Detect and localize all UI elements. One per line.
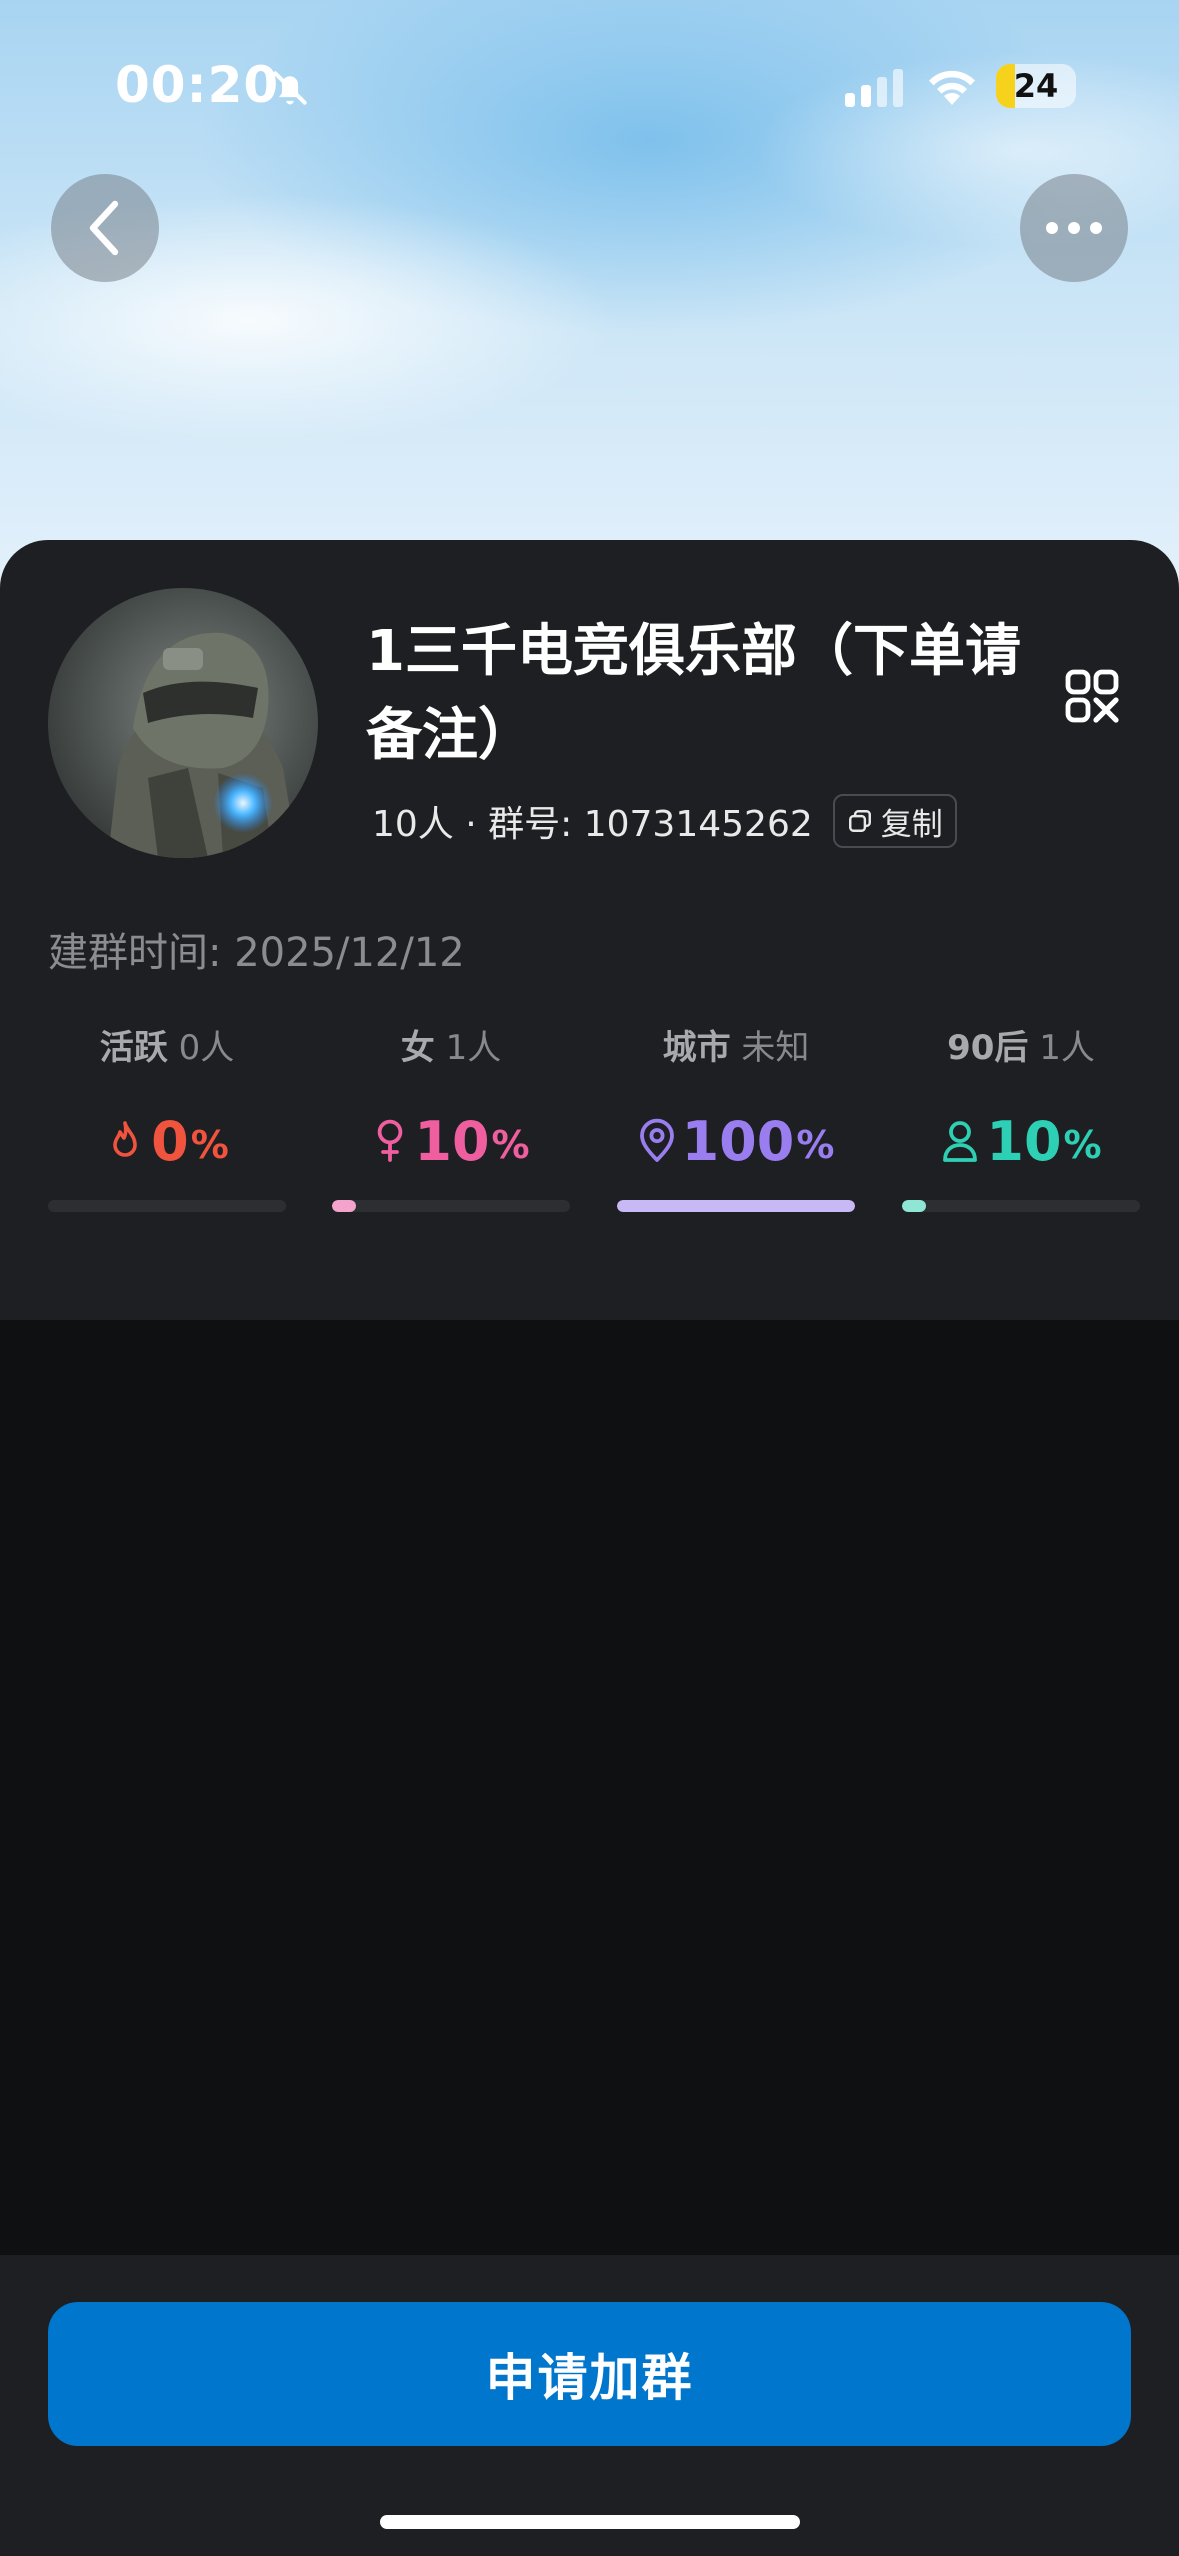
- stat-active: 活跃 0人 0 %: [48, 1020, 286, 1176]
- stat-city-percent: 100 %: [617, 1106, 855, 1176]
- copy-label: 复制: [880, 806, 943, 843]
- copy-icon: [848, 810, 871, 832]
- stat-post90s: 90后 1人 10 %: [902, 1020, 1140, 1176]
- location-pin-icon: [639, 1118, 674, 1162]
- content-area: [0, 1320, 1179, 2255]
- stat-city-bar: [617, 1200, 855, 1212]
- fire-icon: [113, 1121, 137, 1157]
- battery-icon: 24: [996, 64, 1076, 108]
- soldier-avatar-image: [48, 588, 318, 858]
- group-created-date: 建群时间: 2025/12/12: [48, 930, 465, 976]
- stat-active-label: 活跃 0人: [48, 1020, 286, 1076]
- stat-post90s-bar: [902, 1200, 1140, 1212]
- qr-code-icon[interactable]: [1064, 668, 1120, 724]
- stat-active-unit: %: [190, 1123, 229, 1167]
- stat-female-bar-fill: [332, 1200, 356, 1212]
- stat-post90s-value: 1人: [1039, 1028, 1095, 1068]
- copy-button[interactable]: 复制: [832, 794, 957, 848]
- stat-female-key: 女: [400, 1028, 435, 1068]
- stat-city-bar-fill: [617, 1200, 855, 1212]
- stat-post90s-bar-fill: [902, 1200, 926, 1212]
- stat-female-percent: 10 %: [332, 1106, 570, 1176]
- stat-post90s-percent: 10 %: [902, 1106, 1140, 1176]
- stat-female-bar: [332, 1200, 570, 1212]
- stat-female-unit: %: [491, 1123, 530, 1167]
- back-button[interactable]: [51, 174, 159, 282]
- stat-active-bar: [48, 1200, 286, 1212]
- person-icon: [943, 1121, 978, 1162]
- stat-female-label: 女 1人: [332, 1020, 570, 1076]
- stat-post90s-label: 90后 1人: [902, 1020, 1140, 1076]
- group-avatar[interactable]: [48, 588, 318, 858]
- stat-post90s-key: 90后: [947, 1028, 1029, 1068]
- stat-active-number: 0: [151, 1109, 189, 1173]
- female-icon: [378, 1119, 403, 1162]
- stat-city-number: 100: [681, 1109, 795, 1173]
- stat-active-value: 0人: [178, 1028, 235, 1068]
- chevron-left-icon: [89, 200, 119, 256]
- stat-female-value: 1人: [445, 1028, 502, 1068]
- bell-muted-icon: [273, 71, 307, 105]
- group-name: 1三千电竞俱乐部（下单请备注）: [366, 619, 1021, 768]
- stat-female-number: 10: [414, 1109, 490, 1173]
- cellular-signal-icon: [845, 69, 903, 107]
- stat-female: 女 1人 10 %: [332, 1020, 570, 1176]
- stat-city-label: 城市 未知: [617, 1020, 855, 1076]
- stat-city-value: 未知: [741, 1028, 810, 1068]
- group-members-and-id: 10人 · 群号: 1073145262: [372, 804, 813, 845]
- stat-city-key: 城市: [662, 1028, 731, 1068]
- stat-active-percent: 0 %: [48, 1106, 286, 1176]
- status-time: 00:20: [115, 56, 280, 114]
- stat-post90s-unit: %: [1063, 1123, 1102, 1167]
- group-meta-row: 10人 · 群号: 1073145262 复制: [372, 792, 957, 850]
- more-button[interactable]: [1020, 174, 1128, 282]
- stat-city-unit: %: [796, 1123, 835, 1167]
- battery-level: 24: [1013, 67, 1059, 105]
- wifi-icon: [929, 70, 975, 105]
- home-indicator[interactable]: [380, 2515, 800, 2529]
- status-bar: 00:20 24: [0, 0, 1179, 175]
- ellipsis-icon: [1046, 222, 1102, 234]
- stat-post90s-number: 10: [986, 1109, 1062, 1173]
- join-group-button[interactable]: 申请加群: [48, 2302, 1131, 2446]
- stat-active-key: 活跃: [99, 1028, 168, 1068]
- stat-city: 城市 未知 100 %: [617, 1020, 855, 1176]
